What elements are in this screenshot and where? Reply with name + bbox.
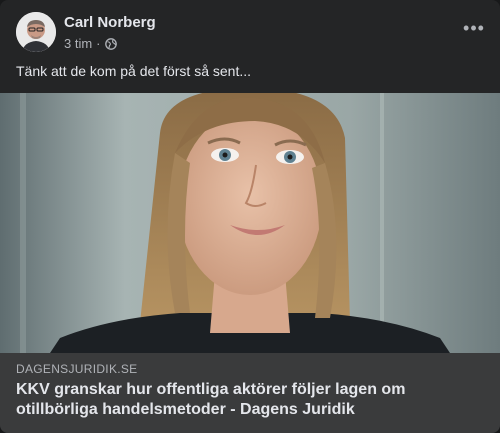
post-meta: 3 tim ·	[64, 36, 117, 51]
post-timestamp[interactable]: 3 tim	[64, 36, 92, 51]
globe-icon[interactable]	[104, 37, 117, 50]
meta-separator: ·	[96, 36, 101, 51]
link-domain: DAGENSJURIDIK.SE	[16, 362, 138, 376]
author-name[interactable]: Carl Norberg	[64, 14, 156, 31]
link-title[interactable]: KKV granskar hur offentliga aktörer följ…	[16, 380, 476, 420]
post-header: Carl Norberg 3 tim · •••	[16, 12, 484, 56]
more-options-icon[interactable]: •••	[458, 18, 490, 42]
link-preview[interactable]: DAGENSJURIDIK.SE KKV granskar hur offent…	[0, 353, 500, 433]
post-card: Carl Norberg 3 tim · ••• Tänk att de kom…	[0, 0, 500, 433]
post-photo[interactable]	[0, 93, 500, 353]
post-text: Tänk att de kom på det först så sent...	[16, 63, 252, 79]
author-avatar[interactable]	[16, 12, 56, 52]
